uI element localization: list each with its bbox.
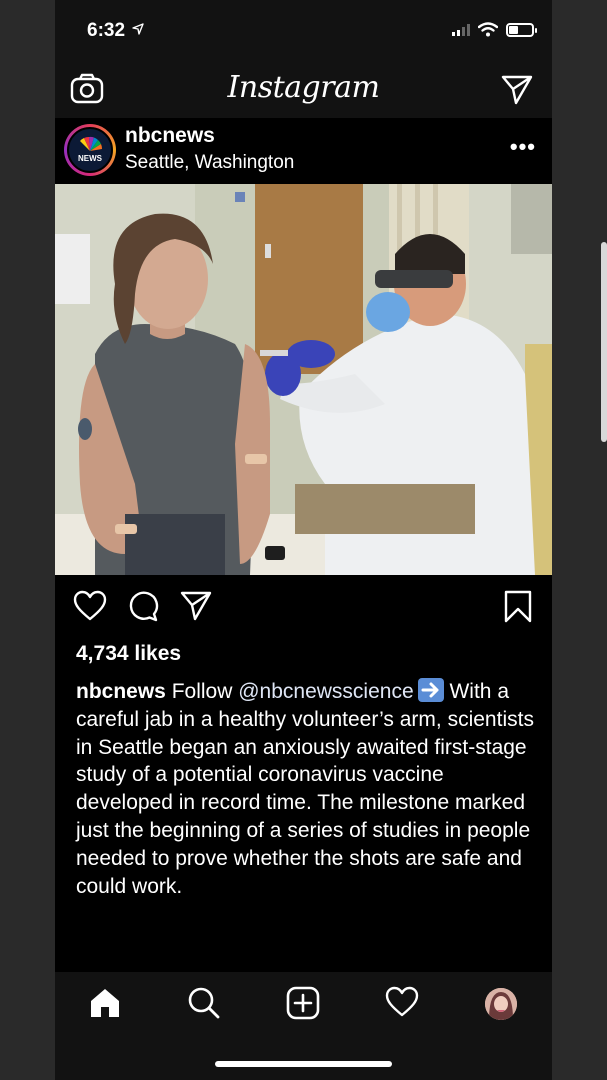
caption-username[interactable]: nbcnews — [76, 680, 166, 703]
caption-mention[interactable]: @nbcnewsscience — [238, 680, 413, 703]
signal-icon — [452, 23, 470, 36]
right-arrow-emoji-icon — [417, 678, 444, 702]
home-icon[interactable] — [88, 986, 122, 1020]
home-indicator[interactable] — [215, 1061, 392, 1067]
share-icon[interactable] — [179, 590, 213, 622]
post-photo[interactable] — [55, 184, 552, 575]
heart-icon[interactable] — [73, 590, 107, 622]
caption-follow: Follow — [171, 680, 233, 703]
direct-message-icon[interactable] — [500, 72, 534, 106]
post-actions — [55, 590, 552, 626]
vaccine-photo — [55, 184, 552, 575]
post-header: NEWS nbcnews Seattle, Washington ••• — [55, 118, 552, 184]
location-arrow-icon — [132, 23, 145, 35]
caption-text: With a careful jab in a healthy voluntee… — [76, 680, 534, 898]
phone-screen: 6:32 Instagram NEWS nbcnews Seattle, Was… — [55, 0, 552, 1080]
more-options-icon[interactable]: ••• — [510, 134, 536, 160]
post-location[interactable]: Seattle, Washington — [125, 152, 294, 174]
activity-icon[interactable] — [385, 986, 419, 1018]
post-caption: nbcnews Follow @nbcnewsscience With a ca… — [76, 678, 536, 900]
nbcnews-avatar[interactable]: NEWS — [64, 124, 116, 176]
comment-icon[interactable] — [127, 590, 159, 622]
avatar-label: NEWS — [78, 154, 102, 163]
battery-icon — [506, 22, 537, 37]
profile-avatar[interactable] — [485, 988, 517, 1020]
instagram-logo: Instagram — [227, 70, 380, 105]
profile-photo — [485, 988, 517, 1020]
bookmark-icon[interactable] — [503, 590, 533, 624]
post-username[interactable]: nbcnews — [125, 124, 215, 148]
wifi-icon — [478, 22, 498, 37]
scroll-indicator[interactable] — [601, 242, 607, 442]
like-count[interactable]: 4,734 likes — [76, 642, 181, 666]
status-time: 6:32 — [87, 20, 145, 42]
nbc-peacock-logo — [80, 136, 103, 151]
search-icon[interactable] — [187, 986, 221, 1020]
new-post-icon[interactable] — [286, 986, 320, 1020]
status-bar: 6:32 — [55, 0, 552, 62]
top-navigation: Instagram — [55, 62, 552, 118]
